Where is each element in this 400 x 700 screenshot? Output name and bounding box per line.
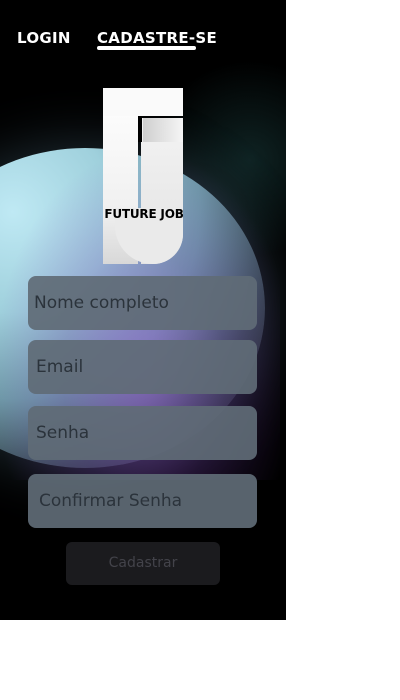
- active-tab-indicator: [97, 46, 196, 50]
- auth-tabs: LOGIN CADASTRE-SE: [0, 29, 286, 59]
- email-input[interactable]: Email: [28, 340, 257, 394]
- confirm-password-input[interactable]: Confirmar Senha: [28, 474, 257, 528]
- future-job-logo: [103, 88, 185, 264]
- tab-cadastre-se[interactable]: CADASTRE-SE: [97, 29, 217, 47]
- app-screen: LOGIN CADASTRE-SE FUTURE JOB Nome comple…: [0, 0, 286, 620]
- tab-login[interactable]: LOGIN: [17, 29, 71, 47]
- register-button[interactable]: Cadastrar: [66, 542, 220, 585]
- logo-text: FUTURE JOB: [104, 207, 184, 221]
- full-name-input[interactable]: Nome completo: [28, 276, 257, 330]
- password-input[interactable]: Senha: [28, 406, 257, 460]
